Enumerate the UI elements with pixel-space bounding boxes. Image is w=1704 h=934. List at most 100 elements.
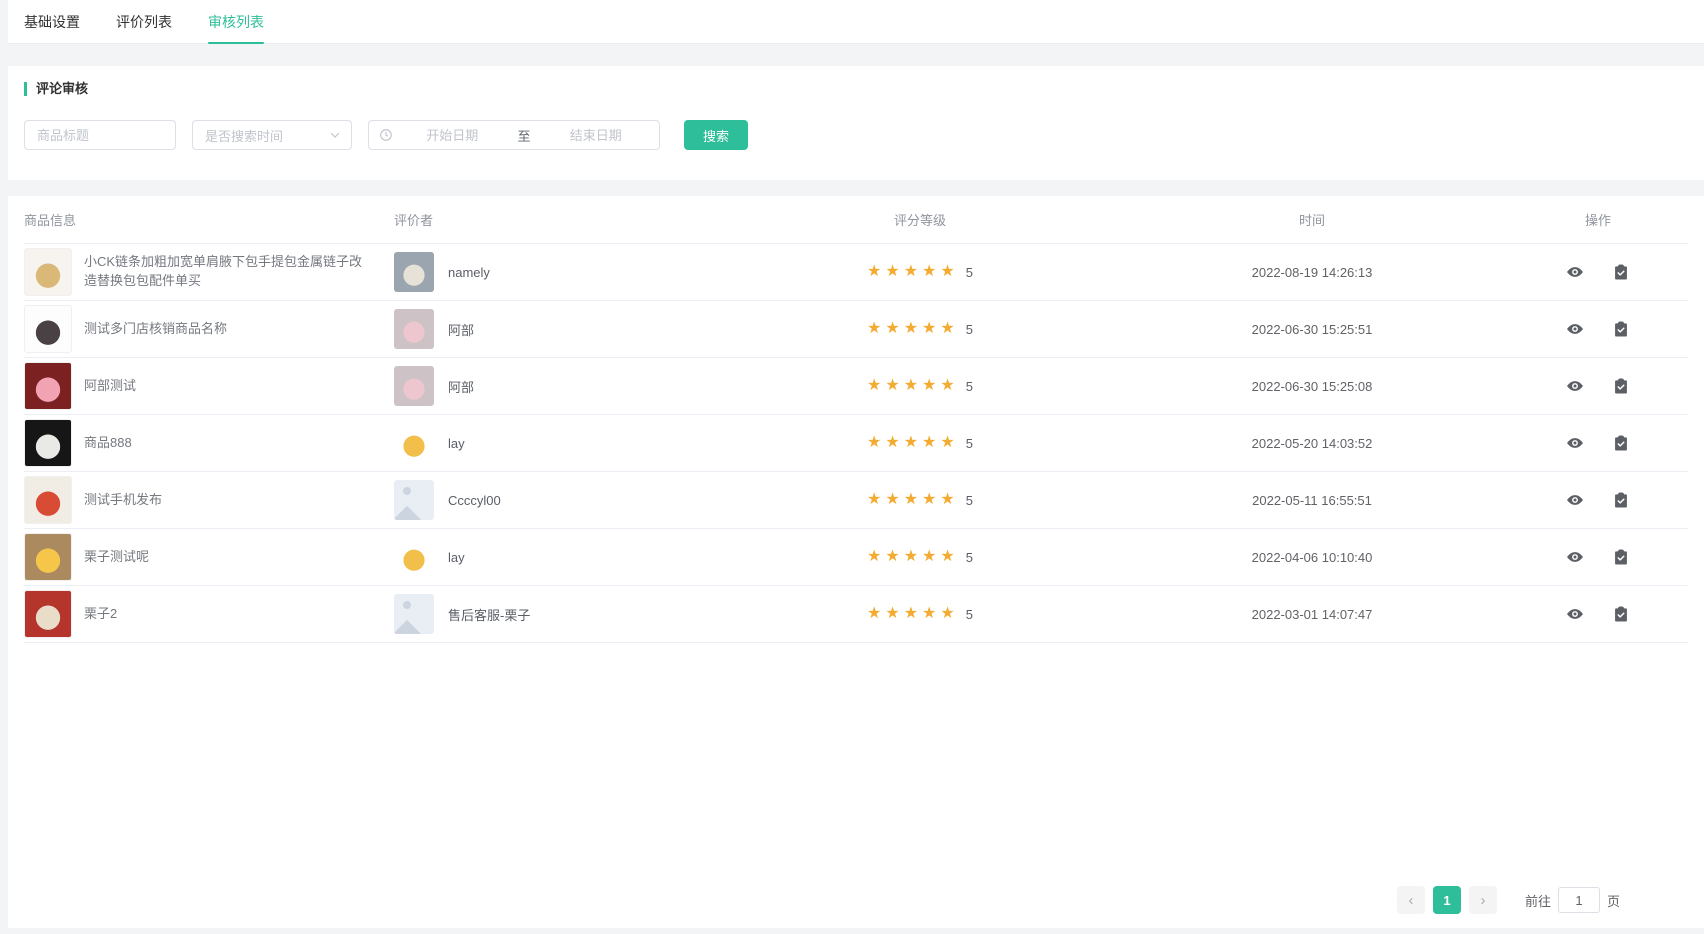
end-date-input[interactable] (543, 122, 650, 148)
table-row: 测试手机发布 Ccccyl00 ★★★★★ 5 2022-05-11 16:55… (24, 472, 1688, 529)
actions-cell (1508, 434, 1688, 452)
star-icon: ★ (940, 320, 958, 337)
actions-cell (1508, 491, 1688, 509)
star-icon: ★ (922, 491, 940, 508)
actions-cell (1508, 263, 1688, 281)
actions-cell (1508, 605, 1688, 623)
page-suffix-label: 页 (1607, 891, 1620, 910)
star-icon: ★ (867, 548, 885, 565)
star-icon: ★ (940, 263, 958, 280)
star-icon: ★ (904, 263, 922, 280)
table-row: 商品888 lay ★★★★★ 5 2022-05-20 14:03:52 (24, 415, 1688, 472)
star-icon: ★ (867, 320, 885, 337)
audit-approve-icon[interactable] (1612, 548, 1630, 566)
review-time: 2022-05-20 14:03:52 (1116, 436, 1508, 451)
star-rating: ★★★★★ (867, 378, 959, 394)
star-rating: ★★★★★ (867, 321, 959, 337)
star-rating: ★★★★★ (867, 549, 959, 565)
star-rating: ★★★★★ (867, 435, 959, 451)
star-icon: ★ (940, 434, 958, 451)
table-row: 栗子测试呢 lay ★★★★★ 5 2022-04-06 10:10:40 (24, 529, 1688, 586)
star-icon: ★ (940, 491, 958, 508)
star-icon: ★ (867, 263, 885, 280)
reviewer-name: 售后客服-栗子 (448, 605, 530, 624)
date-range-picker[interactable]: 至 (368, 120, 660, 150)
star-icon: ★ (867, 377, 885, 394)
product-image (24, 362, 72, 410)
time-search-select-placeholder: 是否搜索时间 (205, 126, 283, 145)
product-name: 测试多门店核销商品名称 (84, 320, 227, 339)
goto-label: 前往 (1525, 891, 1551, 910)
audit-approve-icon[interactable] (1612, 434, 1630, 452)
reviewer-avatar (394, 252, 434, 292)
star-rating: ★★★★★ (867, 492, 959, 508)
table-row: 测试多门店核销商品名称 阿部 ★★★★★ 5 2022-06-30 15:25:… (24, 301, 1688, 358)
audit-approve-icon[interactable] (1612, 605, 1630, 623)
reviewer-avatar (394, 537, 434, 577)
col-header-rating: 评分等级 (724, 210, 1116, 229)
tab-review-list[interactable]: 评价列表 (116, 0, 172, 43)
reviewer-cell: lay (394, 423, 724, 463)
reviewer-cell: lay (394, 537, 724, 577)
star-icon: ★ (885, 320, 903, 337)
view-icon[interactable] (1566, 263, 1584, 281)
product-image (24, 419, 72, 467)
view-icon[interactable] (1566, 434, 1584, 452)
view-icon[interactable] (1566, 377, 1584, 395)
view-icon[interactable] (1566, 605, 1584, 623)
product-name: 栗子2 (84, 605, 117, 624)
tab-basic-settings[interactable]: 基础设置 (24, 0, 80, 43)
reviewer-cell: Ccccyl00 (394, 480, 724, 520)
page-button-1[interactable]: 1 (1433, 886, 1461, 914)
time-search-select[interactable]: 是否搜索时间 (192, 120, 352, 150)
product-title-input[interactable] (24, 120, 176, 150)
review-time: 2022-04-06 10:10:40 (1116, 550, 1508, 565)
col-header-reviewer: 评价者 (394, 210, 724, 229)
reviewer-cell: 售后客服-栗子 (394, 594, 724, 634)
star-icon: ★ (922, 548, 940, 565)
product-cell: 小CK链条加粗加宽单肩腋下包手提包金属链子改造替换包包配件单买 (24, 248, 394, 296)
rating-cell: ★★★★★ 5 (724, 378, 1116, 394)
rating-value: 5 (966, 322, 973, 337)
star-icon: ★ (940, 377, 958, 394)
rating-value: 5 (966, 265, 973, 280)
reviewer-avatar (394, 480, 434, 520)
col-header-product-info: 商品信息 (24, 210, 394, 229)
product-image (24, 476, 72, 524)
tab-bar: 基础设置 评价列表 审核列表 (8, 0, 1704, 44)
audit-approve-icon[interactable] (1612, 491, 1630, 509)
view-icon[interactable] (1566, 320, 1584, 338)
star-icon: ★ (885, 491, 903, 508)
star-icon: ★ (904, 605, 922, 622)
product-cell: 测试手机发布 (24, 476, 394, 524)
product-cell: 测试多门店核销商品名称 (24, 305, 394, 353)
star-icon: ★ (940, 605, 958, 622)
audit-approve-icon[interactable] (1612, 263, 1630, 281)
rating-value: 5 (966, 436, 973, 451)
reviewer-name: lay (448, 550, 465, 565)
star-icon: ★ (922, 377, 940, 394)
star-icon: ★ (885, 377, 903, 394)
star-icon: ★ (867, 434, 885, 451)
view-icon[interactable] (1566, 491, 1584, 509)
rating-cell: ★★★★★ 5 (724, 492, 1116, 508)
audit-approve-icon[interactable] (1612, 377, 1630, 395)
reviewer-avatar (394, 594, 434, 634)
table-header: 商品信息 评价者 评分等级 时间 操作 (24, 196, 1688, 244)
audit-approve-icon[interactable] (1612, 320, 1630, 338)
tab-audit-list[interactable]: 审核列表 (208, 0, 264, 43)
start-date-input[interactable] (399, 122, 506, 148)
product-name: 商品888 (84, 434, 132, 453)
star-icon: ★ (904, 434, 922, 451)
col-header-time: 时间 (1116, 210, 1508, 229)
next-page-button[interactable]: › (1469, 886, 1497, 914)
reviewer-cell: 阿部 (394, 366, 724, 406)
goto-page-input[interactable] (1558, 887, 1600, 913)
search-button[interactable]: 搜索 (684, 120, 748, 150)
star-icon: ★ (885, 605, 903, 622)
star-icon: ★ (885, 434, 903, 451)
rating-value: 5 (966, 493, 973, 508)
view-icon[interactable] (1566, 548, 1584, 566)
actions-cell (1508, 320, 1688, 338)
prev-page-button[interactable]: ‹ (1397, 886, 1425, 914)
